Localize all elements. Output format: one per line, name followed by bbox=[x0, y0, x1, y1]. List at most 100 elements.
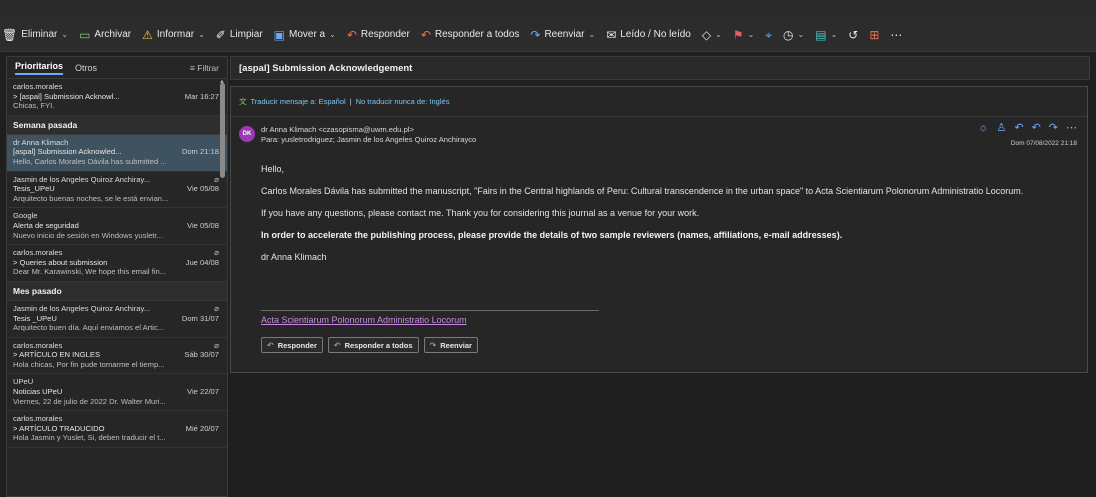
chevron-down-icon[interactable]: ⌄ bbox=[588, 30, 595, 39]
trash-icon: 🗑 bbox=[2, 27, 18, 42]
toolbar-trash-button[interactable]: 🗑 Eliminar ⌄ bbox=[2, 29, 68, 41]
message-date: Vie 22/07 bbox=[187, 387, 219, 397]
message-header: DK dr Anna Klimach <czasopisma@uwm.edu.p… bbox=[231, 117, 1087, 151]
message-date: Dom 07/08/2022 21:18 bbox=[1010, 140, 1077, 147]
message-preview: Dear Mr. Karawinski, We hope this email … bbox=[13, 267, 167, 277]
flag-icon: ⚑ bbox=[732, 27, 744, 42]
reply-button-label: Responder bbox=[277, 340, 317, 350]
message-card: 文 Traducir mensaje a: Español | No tradu… bbox=[230, 86, 1088, 373]
reply-all-button[interactable]: ↶ Responder a todos bbox=[327, 337, 419, 353]
clock-icon: ◷ bbox=[783, 27, 794, 42]
toolbar-apps-button[interactable]: ⊞ bbox=[869, 29, 879, 41]
reply-icon[interactable]: ↶ bbox=[1014, 123, 1023, 134]
reply-button[interactable]: ↶ Responder bbox=[261, 337, 323, 353]
more-icon[interactable]: ⋯ bbox=[1066, 123, 1077, 134]
toolbar-tag-button[interactable]: ◇ ⌄ bbox=[702, 29, 722, 41]
tag-icon: ◇ bbox=[701, 27, 712, 42]
toolbar-forward-button[interactable]: ↷ Reenviar ⌄ bbox=[530, 29, 595, 41]
filter-button[interactable]: ≡ Filtrar bbox=[190, 63, 219, 73]
chevron-down-icon[interactable]: ⌄ bbox=[715, 30, 722, 39]
list-scrollbar[interactable] bbox=[220, 83, 225, 178]
message-sender: dr Anna Klimach bbox=[13, 137, 69, 147]
chevron-down-icon[interactable]: ⌄ bbox=[61, 30, 68, 39]
forward-button-label: Reenviar bbox=[440, 340, 472, 350]
forward-icon: ↷ bbox=[429, 340, 437, 350]
toolbar-reply-all-button[interactable]: ↶ Responder a todos bbox=[421, 29, 520, 41]
toolbar-broom-button[interactable]: ✐ Limpiar bbox=[216, 29, 263, 41]
message-subject-line: [aspal] Submission Acknowled... bbox=[13, 147, 122, 157]
attachment-icon: ⌀ bbox=[214, 340, 219, 350]
toolbar-button-label: Reenviar bbox=[544, 29, 585, 40]
toolbar-pin-button[interactable]: ⌖ bbox=[765, 29, 772, 41]
journal-link[interactable]: Acta Scientiarum Polonorum Administratio… bbox=[261, 315, 467, 325]
message-preview: Chicas, FYI. bbox=[13, 101, 55, 111]
message-preview: Viernes, 22 de julio de 2022 Dr. Walter … bbox=[13, 396, 166, 406]
message-sender: Google bbox=[13, 211, 38, 221]
recipients-line: Para: yusletrodriguez; Jasmin de los Ang… bbox=[261, 135, 477, 144]
message-subject-line: Tesis_UPeU bbox=[13, 184, 55, 194]
toolbar-undo-button[interactable]: ↺ bbox=[848, 29, 858, 41]
chevron-down-icon[interactable]: ⌄ bbox=[329, 30, 336, 39]
undo-icon: ↺ bbox=[848, 27, 859, 42]
more-icon: ⋯ bbox=[890, 27, 903, 42]
message-preview: Hola Jasmin y Yuslet, Si, deben traducir… bbox=[13, 433, 166, 443]
list-item[interactable]: Google Alerta de seguridad Vie 05/08 Nuevo … bbox=[7, 208, 227, 246]
toolbar-button-label: Leído / No leído bbox=[620, 29, 691, 40]
toolbar-folder-move-button[interactable]: ▣ Mover a ⌄ bbox=[274, 29, 336, 41]
reply-all-button-label: Responder a todos bbox=[344, 340, 413, 350]
reply-all-icon: ↶ bbox=[333, 340, 341, 350]
list-item[interactable]: UPeU Noticias UPeU Vie 22/07 Viernes, 22 de… bbox=[7, 374, 227, 412]
tab-other[interactable]: Otros bbox=[75, 63, 97, 73]
avatar[interactable]: DK bbox=[239, 126, 255, 142]
list-item[interactable]: Jasmin de los Angeles Quiroz Anchiray...… bbox=[7, 301, 227, 338]
message-preview: Nuevo inicio de sesión en Windows yuslet… bbox=[13, 230, 163, 240]
toolbar-reply-button[interactable]: ↶ Responder bbox=[347, 29, 410, 41]
list-item[interactable]: carlos.morales > [aspal] Submission Ackno… bbox=[7, 79, 227, 116]
sun-icon[interactable]: ☼ bbox=[978, 123, 988, 134]
tab-focused[interactable]: Prioritarios bbox=[15, 61, 64, 75]
list-item[interactable]: carlos.morales > ARTÍCULO TRADUCIDO Mié 20… bbox=[7, 411, 227, 449]
sender-line[interactable]: dr Anna Klimach <czasopisma@uwm.edu.pl> bbox=[261, 125, 1087, 135]
message-preview: Hola chicas, Por fin pude tomarme el tie… bbox=[13, 359, 165, 369]
no-translate-link[interactable]: No traducir nunca de: Inglés bbox=[356, 97, 450, 106]
chevron-down-icon[interactable]: ⌄ bbox=[198, 30, 205, 39]
folder-move-icon: ▣ bbox=[273, 27, 285, 42]
forward-icon[interactable]: ↷ bbox=[1049, 123, 1058, 134]
warning-icon: ⚠ bbox=[142, 27, 153, 42]
toolbar-more-button[interactable]: ⋯ bbox=[890, 29, 902, 41]
toolbar-archive-button[interactable]: ▭ Archivar bbox=[79, 29, 131, 41]
message-sender: carlos.morales bbox=[13, 82, 63, 91]
list-item[interactable]: Jasmin de los Angeles Quiroz Anchiray...… bbox=[7, 172, 227, 209]
reading-pane: [aspal] Submission Acknowledgement 文 Tra… bbox=[230, 56, 1090, 497]
title-strip bbox=[0, 0, 1096, 18]
signature: dr Anna Klimach bbox=[261, 252, 327, 262]
chevron-down-icon[interactable]: ⌄ bbox=[798, 30, 805, 39]
toolbar-envelope-button[interactable]: ✉ Leído / No leído bbox=[606, 29, 691, 41]
footer-divider bbox=[261, 310, 599, 311]
group-header[interactable]: Mes pasado bbox=[7, 281, 227, 301]
message-preview: Arquitecto buen día. Aquí enviamos el Ar… bbox=[13, 323, 165, 333]
message-sender: Jasmin de los Angeles Quiroz Anchiray... bbox=[13, 174, 151, 184]
archive-icon: ▭ bbox=[79, 27, 91, 42]
message-subject-line: > [aspal] Submission Acknowl... bbox=[13, 91, 120, 101]
toolbar-button-label: Informar bbox=[156, 29, 195, 40]
toolbar-clock-button[interactable]: ◷ ⌄ bbox=[783, 29, 804, 41]
translate-icon: 文 bbox=[239, 97, 247, 106]
list-item[interactable]: dr Anna Klimach [aspal] Submission Acknow… bbox=[7, 134, 227, 172]
chevron-down-icon[interactable]: ⌄ bbox=[831, 30, 838, 39]
chevron-down-icon[interactable]: ⌄ bbox=[748, 30, 755, 39]
list-item[interactable]: carlos.morales ⌀ > Queries about submissio… bbox=[7, 245, 227, 282]
forward-button[interactable]: ↷ Reenviar bbox=[423, 337, 478, 353]
toolbar-rules-button[interactable]: ▤ ⌄ bbox=[815, 29, 837, 41]
group-header[interactable]: Semana pasada bbox=[7, 115, 227, 135]
translate-bar: 文 Traducir mensaje a: Español | No tradu… bbox=[231, 87, 1087, 117]
toolbar-warning-button[interactable]: ⚠ Informar ⌄ bbox=[142, 29, 205, 41]
translate-link[interactable]: Traducir mensaje a: Español bbox=[251, 97, 346, 106]
reply-all-icon: ↶ bbox=[420, 27, 431, 42]
reply-all-icon[interactable]: ↶ bbox=[1032, 123, 1041, 134]
person-icon[interactable]: ♙ bbox=[996, 123, 1006, 134]
toolbar-button-label: Archivar bbox=[94, 29, 132, 40]
reply-icon: ↶ bbox=[346, 27, 357, 42]
list-item[interactable]: carlos.morales ⌀ > ARTÍCULO EN INGLES Sáb 3… bbox=[7, 338, 227, 375]
toolbar-flag-button[interactable]: ⚑ ⌄ bbox=[733, 29, 754, 41]
